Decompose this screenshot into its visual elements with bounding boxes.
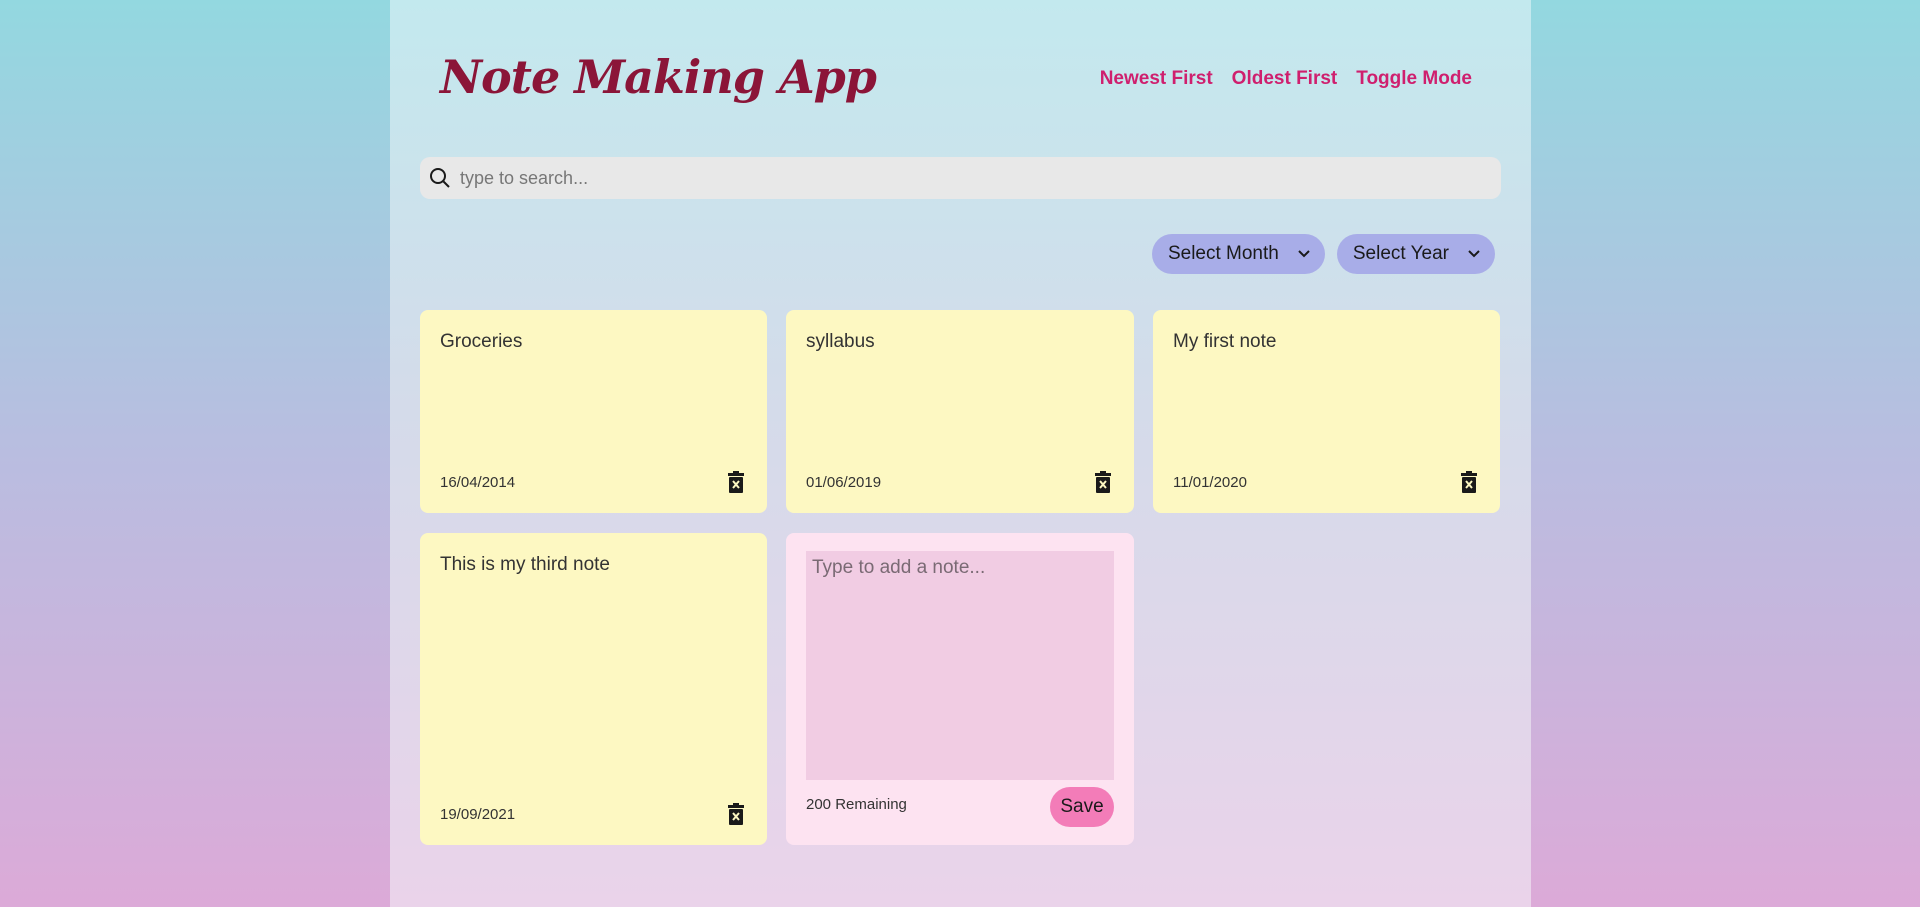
save-button[interactable]: Save [1050,787,1114,827]
header: Note Making App Newest First Oldest Firs… [390,0,1531,150]
chevron-down-icon [1468,250,1480,258]
note-date: 01/06/2019 [806,474,882,491]
note-date: 19/09/2021 [440,806,516,823]
note-text: This is my third note [440,554,610,575]
delete-icon[interactable] [1094,471,1112,493]
search-icon [430,168,450,188]
select-month-dropdown[interactable]: Select Month [1151,234,1325,274]
app-title: Note Making App [440,50,877,104]
note-text: Groceries [440,331,523,352]
search-bar [420,157,1501,199]
select-month-label: Select Month [1167,243,1279,264]
newest-first-button[interactable]: Newest First [1100,68,1213,90]
note-card: syllabus 01/06/2019 [786,310,1134,513]
note-card: This is my third note 19/09/2021 [420,533,767,845]
note-text: My first note [1173,331,1277,352]
delete-icon[interactable] [727,803,745,825]
note-card: Groceries 16/04/2014 [420,310,767,513]
oldest-first-button[interactable]: Oldest First [1232,68,1338,90]
app-container: Note Making App Newest First Oldest Firs… [390,0,1531,907]
date-filters: Select Month Select Year [1151,234,1495,274]
delete-icon[interactable] [1460,471,1478,493]
note-card: My first note 11/01/2020 [1153,310,1500,513]
chevron-down-icon [1298,250,1310,258]
delete-icon[interactable] [727,471,745,493]
select-year-label: Select Year [1352,243,1449,264]
search-input[interactable] [460,167,1460,189]
new-note-textarea[interactable] [806,551,1114,780]
note-date: 16/04/2014 [440,474,516,491]
new-note-card: 200 Remaining Save [786,533,1134,845]
note-date: 11/01/2020 [1173,474,1247,491]
note-text: syllabus [806,331,875,352]
sort-nav: Newest First Oldest First Toggle Mode [1100,68,1472,90]
characters-remaining: 200 Remaining [806,796,907,813]
toggle-mode-button[interactable]: Toggle Mode [1356,68,1472,90]
select-year-dropdown[interactable]: Select Year [1336,234,1495,274]
